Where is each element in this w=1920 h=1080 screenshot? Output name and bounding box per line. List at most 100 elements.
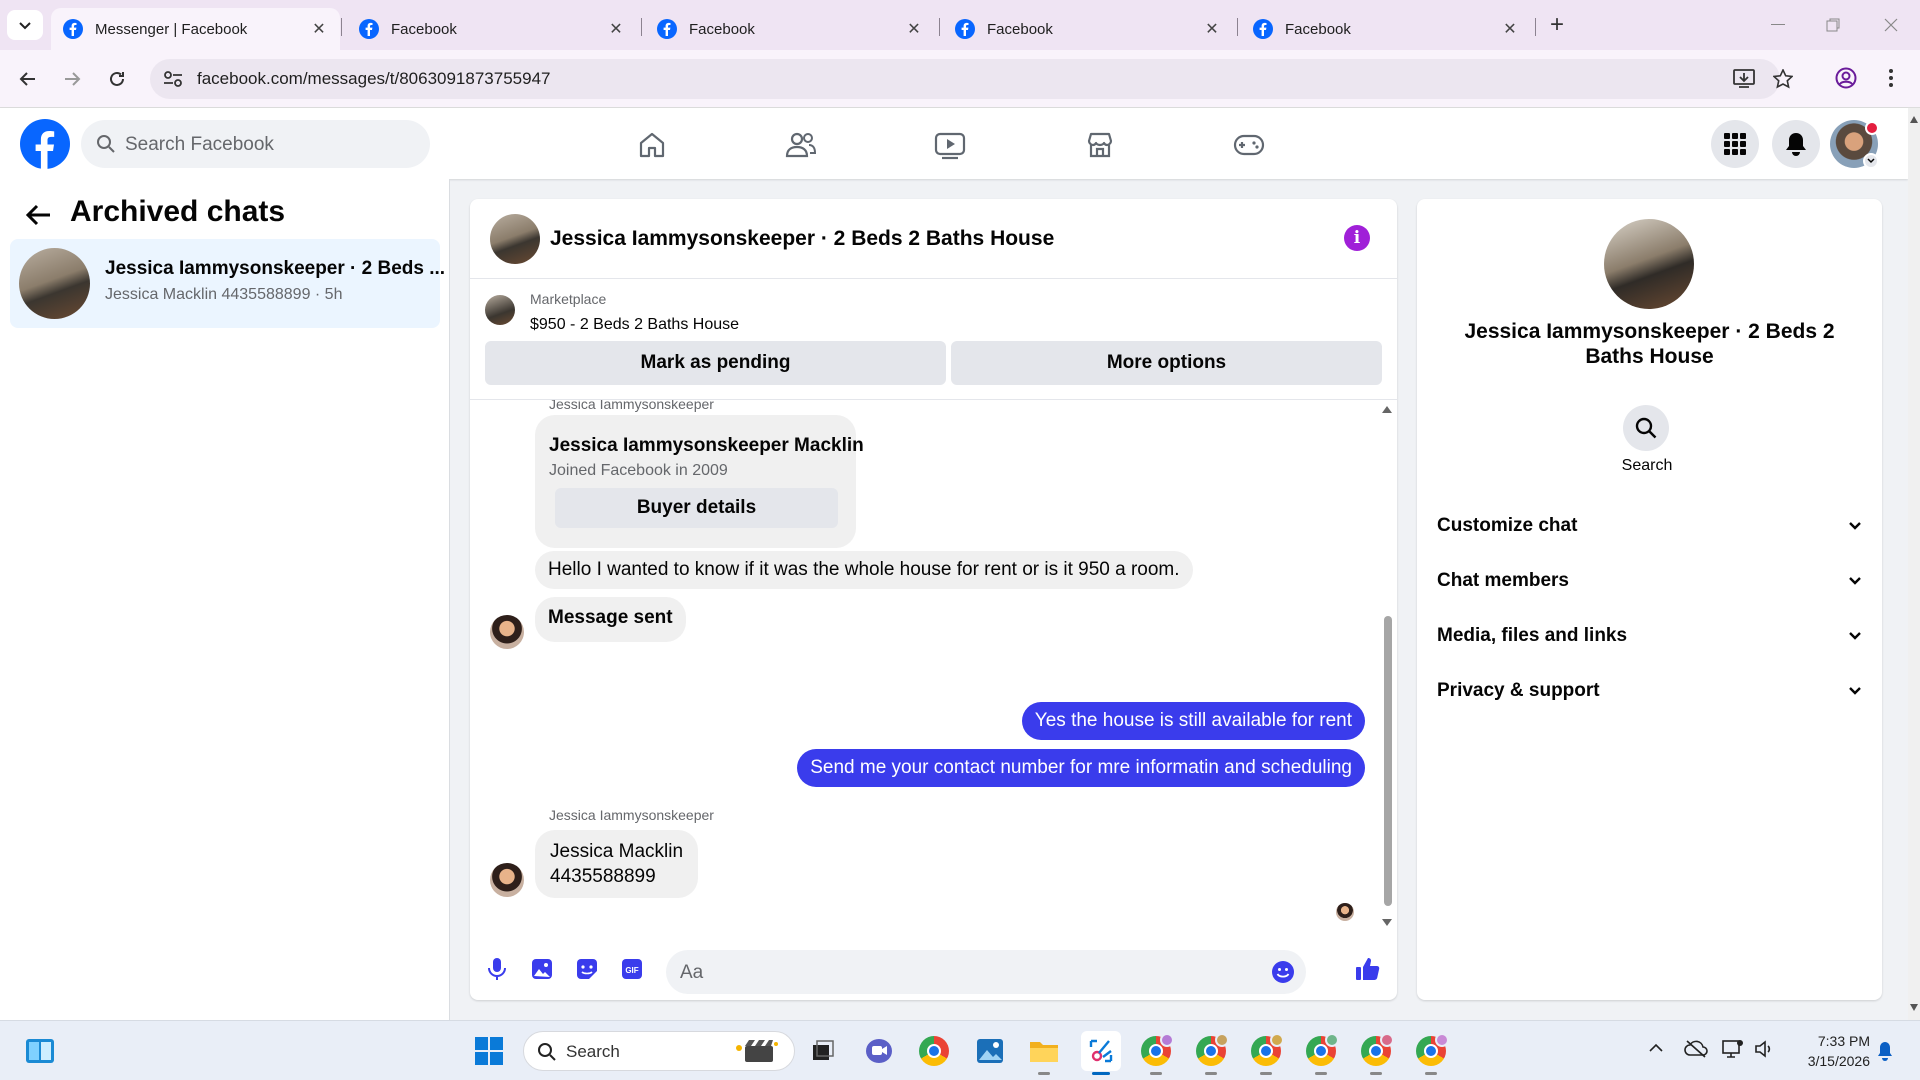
section-privacy-support[interactable]: Privacy & support: [1437, 671, 1862, 711]
facebook-favicon-icon: [359, 19, 379, 39]
account-menu-chevron[interactable]: [1863, 153, 1879, 169]
kebab-menu-icon[interactable]: [1888, 67, 1894, 89]
scroll-down-icon[interactable]: [1910, 1004, 1918, 1011]
attach-photo-button[interactable]: [527, 954, 557, 984]
taskbar-app-chrome-profile-5[interactable]: [1356, 1031, 1396, 1075]
profile-avatar[interactable]: [1604, 219, 1694, 309]
scroll-up-icon[interactable]: [1910, 116, 1918, 123]
archived-chats-panel: Archived chats Jessica Iammysonskeeper ·…: [0, 179, 450, 1020]
message-bubble-outgoing[interactable]: Send me your contact number for mre info…: [797, 749, 1365, 787]
message-bubble-outgoing[interactable]: Yes the house is still available for ren…: [1021, 702, 1365, 740]
info-icon[interactable]: i: [1344, 225, 1370, 251]
volume-icon[interactable]: [1754, 1039, 1774, 1059]
sticker-icon: [577, 959, 597, 979]
address-bar[interactable]: facebook.com/messages/t/8063091873755947: [150, 59, 1793, 99]
conversation-title[interactable]: Jessica Iammysonskeeper · 2 Beds 2 Baths…: [550, 227, 1054, 251]
taskbar-app-chrome-profile-1[interactable]: [1136, 1031, 1176, 1075]
scroll-down-icon[interactable]: [1382, 919, 1392, 926]
network-icon[interactable]: [1722, 1039, 1744, 1059]
close-tab-icon[interactable]: ✕: [607, 20, 625, 38]
running-indicator: [1038, 1072, 1050, 1075]
clock[interactable]: 7:33 PM 3/15/2026: [1790, 1031, 1870, 1071]
chat-preview: Jessica Macklin 4435588899 · 5h: [105, 286, 343, 303]
taskbar-app-chrome[interactable]: [914, 1031, 954, 1071]
chevron-up-icon[interactable]: [1648, 1043, 1664, 1053]
conversation-avatar[interactable]: [490, 214, 540, 264]
bookmark-star-icon[interactable]: [1773, 69, 1793, 89]
reload-button[interactable]: [102, 64, 132, 94]
nav-video[interactable]: [928, 123, 972, 167]
section-media-files-links[interactable]: Media, files and links: [1437, 616, 1862, 656]
clock-date: 3/15/2026: [1807, 1053, 1870, 1069]
section-customize-chat[interactable]: Customize chat: [1437, 506, 1862, 546]
listing-title[interactable]: $950 - 2 Beds 2 Baths House: [530, 316, 739, 334]
facebook-logo-icon[interactable]: [20, 119, 70, 169]
sender-avatar: [490, 615, 524, 649]
notifications-button[interactable]: [1772, 120, 1820, 168]
new-tab-button[interactable]: +: [1544, 11, 1570, 38]
message-scroll-thumb[interactable]: [1384, 616, 1392, 906]
tab-messenger[interactable]: Messenger | Facebook ✕: [51, 8, 340, 50]
voice-clip-button[interactable]: [482, 954, 512, 984]
taskbar-app-teams[interactable]: [859, 1031, 899, 1071]
tab-facebook-1[interactable]: Facebook ✕: [347, 8, 637, 50]
install-app-icon[interactable]: [1733, 69, 1755, 89]
message-bubble[interactable]: Message sent: [535, 597, 686, 642]
more-options-button[interactable]: More options: [951, 341, 1382, 385]
taskbar-app-chrome-profile-6[interactable]: [1411, 1031, 1451, 1075]
mark-as-pending-button[interactable]: Mark as pending: [485, 341, 946, 385]
message-input[interactable]: Aa: [666, 950, 1306, 994]
forward-button[interactable]: [57, 64, 87, 94]
close-tab-icon[interactable]: ✕: [905, 20, 923, 38]
taskbar-app-photos[interactable]: [970, 1031, 1010, 1071]
sticker-button[interactable]: [572, 954, 602, 984]
notification-bell-icon[interactable]: [1876, 1041, 1894, 1061]
taskbar-app-snipping-tool[interactable]: [1081, 1031, 1121, 1075]
profile-badge: [1435, 1033, 1449, 1047]
start-button[interactable]: [469, 1031, 509, 1071]
widgets-button[interactable]: [20, 1031, 60, 1071]
chat-list-item[interactable]: Jessica Iammysonskeeper · 2 Beds ... Jes…: [10, 239, 445, 328]
task-view-button[interactable]: [803, 1031, 843, 1071]
taskbar-app-chrome-profile-3[interactable]: [1246, 1031, 1286, 1075]
nav-gaming[interactable]: [1227, 123, 1271, 167]
buyer-details-button[interactable]: Buyer details: [555, 488, 838, 528]
taskbar-app-chrome-profile-2[interactable]: [1191, 1031, 1231, 1075]
back-button[interactable]: [13, 64, 43, 94]
tab-facebook-2[interactable]: Facebook ✕: [645, 8, 935, 50]
search-label: Search: [1621, 457, 1673, 474]
taskbar-app-chrome-profile-4[interactable]: [1301, 1031, 1341, 1075]
close-tab-icon[interactable]: ✕: [310, 20, 328, 38]
message-bubble[interactable]: Jessica Macklin 4435588899: [535, 830, 699, 898]
message-bubble[interactable]: Hello I wanted to know if it was the who…: [535, 551, 1193, 589]
tab-facebook-4[interactable]: Facebook ✕: [1241, 8, 1531, 50]
tab-facebook-3[interactable]: Facebook ✕: [943, 8, 1233, 50]
scroll-up-icon[interactable]: [1382, 406, 1392, 413]
search-in-conversation-button[interactable]: [1623, 405, 1669, 451]
onedrive-offline-icon[interactable]: [1684, 1039, 1708, 1059]
emoji-icon[interactable]: [1271, 960, 1295, 984]
facebook-search-input[interactable]: Search Facebook: [81, 120, 430, 168]
close-tab-icon[interactable]: ✕: [1203, 20, 1221, 38]
tab-search-button[interactable]: [7, 10, 43, 40]
reload-icon: [110, 71, 124, 86]
nav-home[interactable]: [630, 123, 674, 167]
nav-marketplace[interactable]: [1078, 123, 1122, 167]
page-scrollbar[interactable]: [1908, 108, 1920, 1020]
nav-friends[interactable]: [779, 123, 823, 167]
video-icon: [934, 132, 966, 160]
taskbar-search-input[interactable]: Search: [523, 1031, 795, 1071]
menu-button[interactable]: [1711, 120, 1759, 168]
close-tab-icon[interactable]: ✕: [1501, 20, 1519, 38]
section-chat-members[interactable]: Chat members: [1437, 561, 1862, 601]
gif-button[interactable]: GIF: [617, 954, 647, 984]
arrow-left-icon[interactable]: [24, 203, 52, 227]
restore-button[interactable]: [1818, 10, 1848, 40]
minimize-button[interactable]: [1763, 10, 1793, 40]
profile-icon[interactable]: [1835, 67, 1857, 89]
taskbar-app-file-explorer[interactable]: [1024, 1031, 1064, 1075]
chat-camera-icon: [866, 1039, 892, 1063]
close-window-button[interactable]: [1876, 10, 1906, 40]
site-info-icon[interactable]: [163, 70, 183, 88]
like-button[interactable]: [1353, 954, 1383, 984]
